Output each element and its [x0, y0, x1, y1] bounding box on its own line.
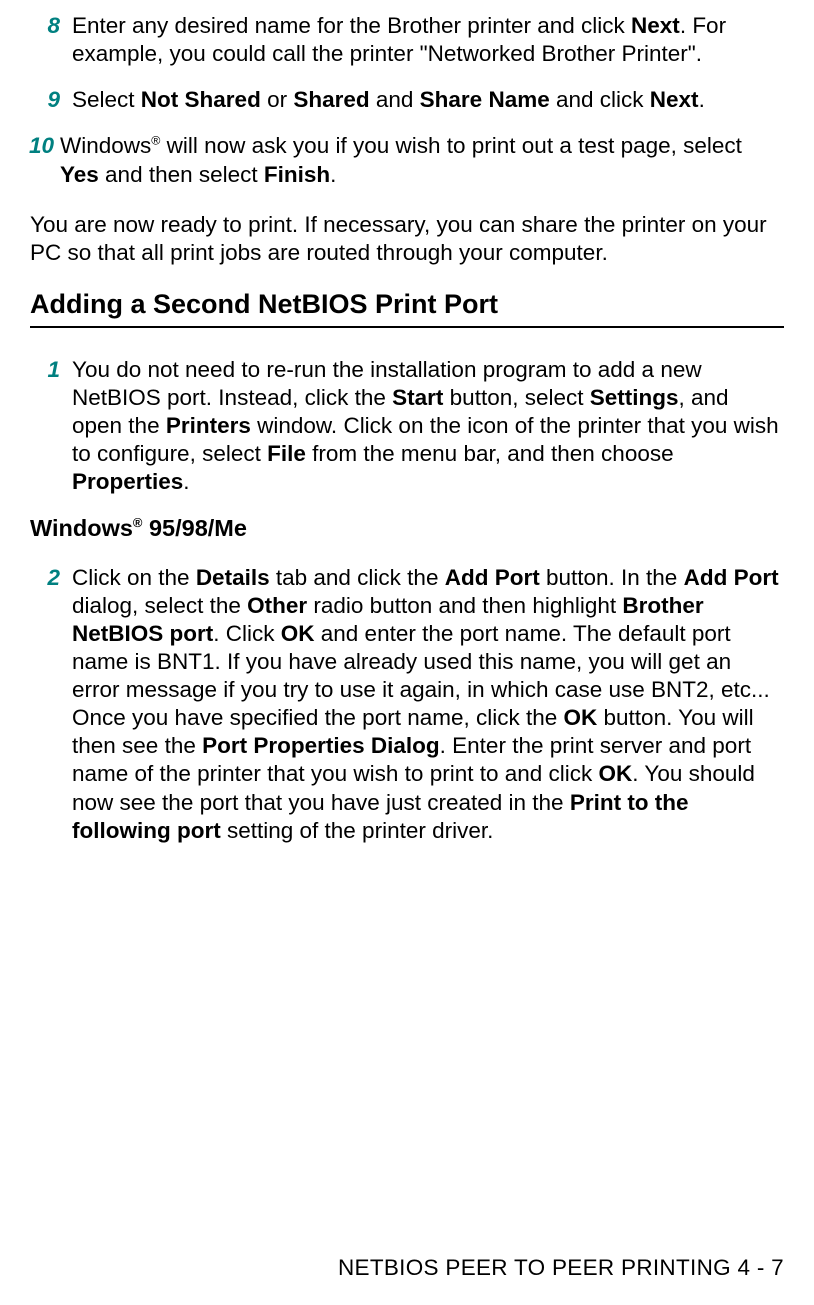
step-2-win9598: 2 Click on the Details tab and click the… — [30, 564, 784, 845]
step-9: 9 Select Not Shared or Shared and Share … — [30, 86, 784, 114]
step-1-second-port: 1 You do not need to re-run the installa… — [30, 356, 784, 497]
step-number: 8 — [30, 12, 60, 40]
step-8: 8 Enter any desired name for the Brother… — [30, 12, 784, 68]
step-number: 2 — [30, 564, 60, 592]
heading-add-second-port: Adding a Second NetBIOS Print Port — [30, 289, 784, 320]
page-footer: NETBIOS PEER TO PEER PRINTING 4 - 7 — [338, 1255, 784, 1281]
step-text: Select Not Shared or Shared and Share Na… — [72, 86, 784, 114]
step-number: 9 — [30, 86, 60, 114]
heading-windows-9598me: Windows® 95/98/Me — [30, 515, 784, 542]
document-page: 8 Enter any desired name for the Brother… — [0, 0, 814, 1305]
step-10: 10 Windows® will now ask you if you wish… — [30, 132, 784, 188]
step-number: 1 — [30, 356, 60, 384]
step-text: Click on the Details tab and click the A… — [72, 564, 784, 845]
heading-rule — [30, 326, 784, 328]
step-text: Windows® will now ask you if you wish to… — [60, 132, 784, 188]
step-number: 10 — [24, 132, 54, 160]
step-text: Enter any desired name for the Brother p… — [72, 12, 784, 68]
step-text: You do not need to re-run the installati… — [72, 356, 784, 497]
paragraph-ready: You are now ready to print. If necessary… — [30, 211, 784, 267]
